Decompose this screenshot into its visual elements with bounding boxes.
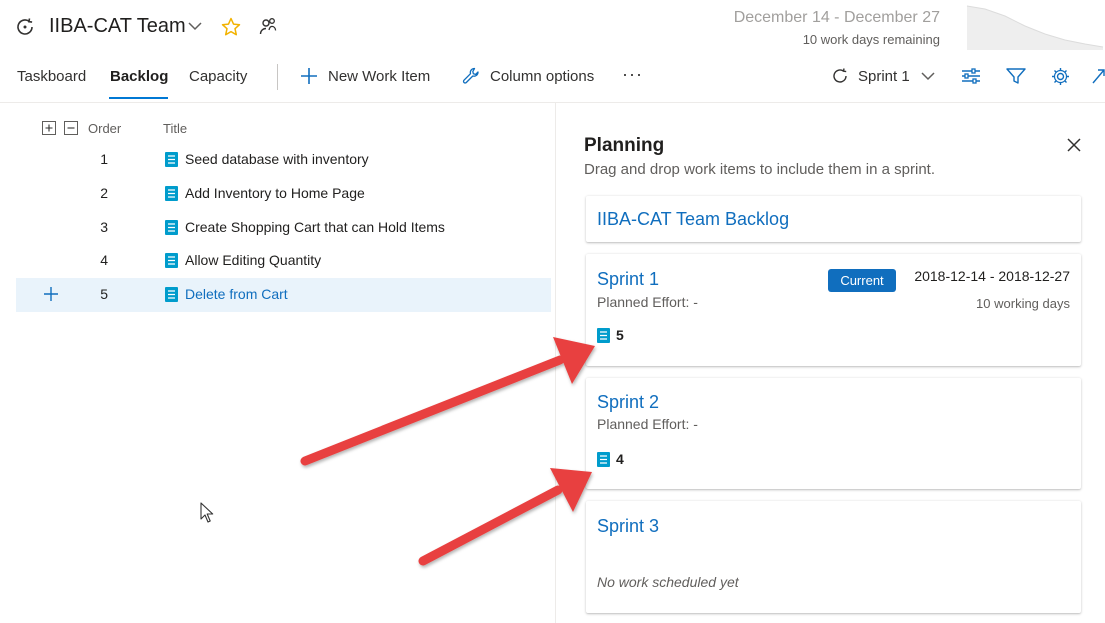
arrow-to-sprint-1 — [300, 337, 595, 466]
toolbar-border — [0, 102, 1105, 103]
sprint-cycle-icon — [14, 16, 36, 38]
sprint-name[interactable]: Sprint 3 — [597, 516, 659, 537]
row-order: 1 — [100, 151, 108, 167]
work-item-icon — [165, 152, 178, 167]
expand-all-icon[interactable] — [42, 121, 56, 135]
row-title[interactable]: Seed database with inventory — [185, 151, 369, 167]
work-item-icon — [165, 287, 178, 302]
row-title[interactable]: Add Inventory to Home Page — [185, 185, 365, 201]
team-backlog-link[interactable]: IIBA-CAT Team Backlog — [597, 209, 789, 230]
sprint-working-days: 10 working days — [976, 296, 1070, 311]
filter-icon[interactable] — [1005, 66, 1027, 86]
plus-icon[interactable] — [299, 66, 319, 86]
sprint-selector[interactable]: Sprint 1 — [858, 68, 910, 85]
current-badge: Current — [828, 269, 896, 292]
sprint-dates: 2018-12-14 - 2018-12-27 — [914, 268, 1070, 284]
row-order: 5 — [100, 286, 108, 302]
table-row[interactable]: 2 Add Inventory to Home Page — [16, 177, 551, 211]
gear-icon[interactable] — [1050, 66, 1071, 87]
close-icon[interactable] — [1066, 137, 1082, 153]
tab-capacity[interactable]: Capacity — [189, 68, 247, 85]
work-item-count-value: 5 — [616, 327, 624, 343]
add-child-plus-icon[interactable] — [43, 286, 59, 302]
wrench-icon[interactable] — [461, 66, 481, 86]
work-item-count: 5 — [597, 327, 624, 343]
arrow-to-sprint-2 — [418, 468, 592, 566]
expand-view-icon[interactable] — [1090, 66, 1105, 86]
team-backlog-card[interactable]: IIBA-CAT Team Backlog — [586, 196, 1081, 242]
sprint-name[interactable]: Sprint 2 — [597, 392, 659, 413]
column-header-order[interactable]: Order — [88, 121, 121, 136]
chevron-down-icon[interactable] — [920, 70, 936, 82]
work-item-icon — [597, 451, 610, 467]
column-options-button[interactable]: Column options — [490, 68, 594, 85]
no-work-message: No work scheduled yet — [597, 574, 739, 590]
planned-effort: Planned Effort: - — [597, 416, 698, 432]
sprint-name[interactable]: Sprint 1 — [597, 269, 659, 290]
row-order: 3 — [100, 219, 108, 235]
planning-panel-divider — [555, 103, 556, 623]
row-title[interactable]: Delete from Cart — [185, 286, 288, 302]
collapse-all-icon[interactable] — [64, 121, 78, 135]
filter-settings-icon[interactable] — [960, 66, 982, 86]
more-actions-button[interactable]: ··· — [622, 64, 643, 85]
work-item-count-value: 4 — [616, 451, 624, 467]
new-work-item-button[interactable]: New Work Item — [328, 68, 430, 85]
table-row[interactable]: 4 Allow Editing Quantity — [16, 244, 551, 278]
planned-effort: Planned Effort: - — [597, 294, 698, 310]
row-title[interactable]: Create Shopping Cart that can Hold Items — [185, 219, 445, 235]
mouse-cursor-icon — [200, 502, 214, 524]
team-name[interactable]: IIBA-CAT Team — [49, 15, 186, 38]
work-item-icon — [165, 186, 178, 201]
sprint-card[interactable]: Sprint 1 Current 2018-12-14 - 2018-12-27… — [586, 254, 1081, 366]
star-icon[interactable] — [220, 16, 242, 38]
work-item-count: 4 — [597, 451, 624, 467]
sprint-cycle-icon — [830, 66, 850, 86]
work-item-icon — [165, 253, 178, 268]
table-row[interactable]: 3 Create Shopping Cart that can Hold Ite… — [16, 211, 551, 245]
table-row[interactable]: 1 Seed database with inventory — [16, 143, 551, 177]
work-item-icon — [165, 220, 178, 235]
tab-backlog[interactable]: Backlog — [110, 68, 168, 85]
sprint-card[interactable]: Sprint 3 No work scheduled yet — [586, 501, 1081, 613]
active-tab-indicator — [109, 97, 168, 99]
planning-subtitle: Drag and drop work items to include them… — [584, 161, 935, 178]
work-item-icon — [597, 327, 610, 343]
row-order: 4 — [100, 252, 108, 268]
chevron-down-icon[interactable] — [187, 20, 203, 32]
row-order: 2 — [100, 185, 108, 201]
sprint-date-range: December 14 - December 27 — [733, 9, 940, 26]
burndown-chart[interactable] — [965, 4, 1105, 50]
table-row-selected[interactable]: 5 Delete from Cart — [16, 278, 551, 312]
sprint-card[interactable]: Sprint 2 Planned Effort: - 4 — [586, 378, 1081, 489]
work-days-remaining: 10 work days remaining — [802, 32, 940, 47]
tab-taskboard[interactable]: Taskboard — [17, 68, 86, 85]
toolbar-divider — [277, 64, 278, 90]
planning-title: Planning — [584, 135, 665, 156]
row-title[interactable]: Allow Editing Quantity — [185, 252, 321, 268]
column-header-title[interactable]: Title — [163, 121, 187, 136]
team-members-icon[interactable] — [258, 16, 278, 36]
